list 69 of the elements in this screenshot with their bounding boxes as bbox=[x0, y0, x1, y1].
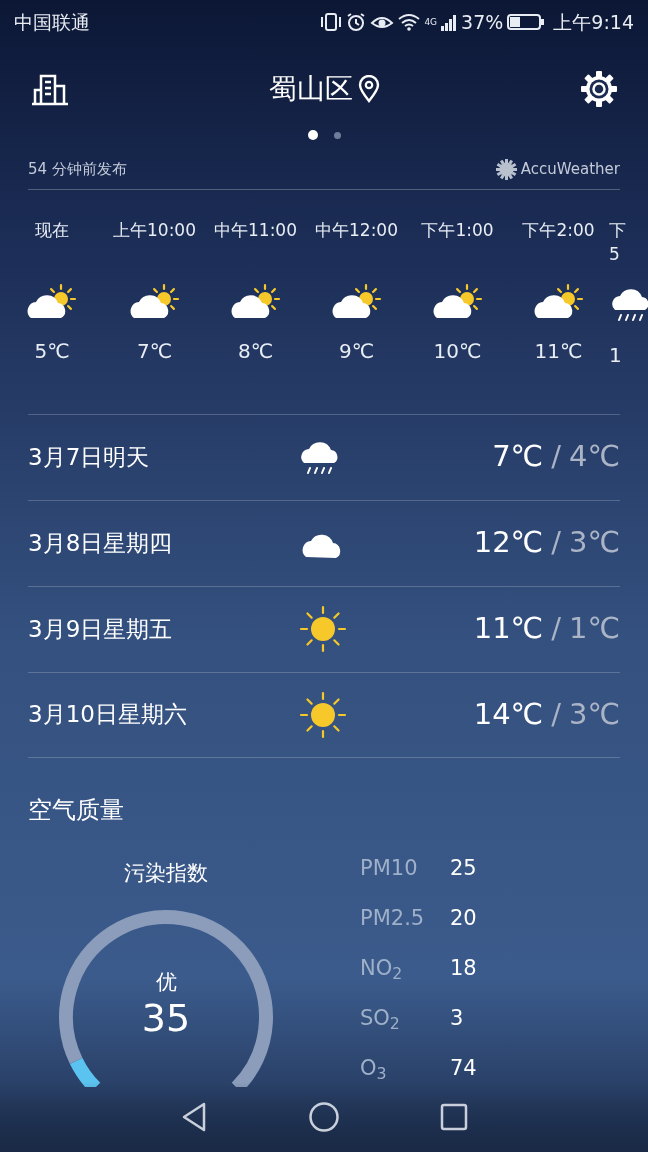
alarm-icon bbox=[346, 12, 367, 32]
temperature-separator: / bbox=[551, 438, 561, 476]
pollutant-value: 18 bbox=[450, 954, 477, 982]
hour-temperature: 8℃ bbox=[237, 337, 274, 365]
publish-time: 54 分钟前发布 bbox=[28, 159, 127, 180]
network-type: 4G bbox=[424, 15, 438, 29]
city-buildings-icon[interactable] bbox=[30, 72, 70, 106]
page-indicator-dot[interactable] bbox=[333, 131, 341, 139]
air-quality-grade: 优 bbox=[155, 969, 177, 996]
pollutant-value: 20 bbox=[450, 904, 477, 932]
low-temperature: 3℃ bbox=[568, 695, 620, 733]
hour-label: 下午1:00 bbox=[421, 218, 494, 242]
sun-icon bbox=[298, 604, 348, 654]
temperature-separator: / bbox=[551, 610, 561, 648]
hour-temperature: 1 bbox=[609, 341, 622, 369]
provider-name: AccuWeather bbox=[520, 159, 620, 180]
clock-time: 上午9:14 bbox=[553, 9, 634, 35]
temperature-separator: / bbox=[551, 524, 561, 562]
location-pin-icon bbox=[357, 75, 381, 103]
high-temperature: 12℃ bbox=[473, 524, 544, 562]
hour-label: 下午2:00 bbox=[522, 218, 595, 242]
pollutant-name: PM10 bbox=[360, 854, 419, 882]
high-temperature: 7℃ bbox=[492, 438, 544, 476]
page-indicator-dot[interactable] bbox=[307, 130, 318, 140]
precipitation-value: 5 bbox=[609, 242, 620, 266]
signal-icon bbox=[441, 13, 458, 31]
pollutant-name: PM2.5 bbox=[360, 904, 426, 932]
sun-icon bbox=[298, 689, 348, 740]
day-date: 3月7日明天 bbox=[28, 442, 151, 472]
high-temperature: 14℃ bbox=[473, 695, 544, 733]
pollutant-value: 25 bbox=[450, 854, 477, 882]
vibrate-icon bbox=[320, 12, 343, 32]
home-icon[interactable] bbox=[308, 1101, 340, 1133]
day-date: 3月10日星期六 bbox=[28, 700, 188, 730]
battery-icon bbox=[507, 13, 546, 31]
settings-icon[interactable] bbox=[580, 70, 618, 108]
back-icon[interactable] bbox=[180, 1101, 208, 1133]
hour-label: 中午11:00 bbox=[214, 218, 297, 242]
hour-label: 中午12:00 bbox=[315, 218, 398, 242]
hour-temperature: 5℃ bbox=[34, 337, 70, 365]
sun-logo-icon bbox=[495, 158, 517, 180]
hour-temperature: 7℃ bbox=[136, 337, 173, 365]
gauge-title: 污染指数 bbox=[124, 859, 208, 887]
hour-label: 上午10:00 bbox=[113, 218, 196, 242]
hour-temperature: 9℃ bbox=[338, 337, 375, 365]
carrier-name: 中国联通 bbox=[14, 9, 90, 35]
section-title: 空气质量 bbox=[28, 794, 125, 826]
battery-percent: 37% bbox=[461, 9, 504, 35]
temperature-separator: / bbox=[551, 695, 561, 733]
recent-apps-icon[interactable] bbox=[440, 1103, 468, 1131]
city-name[interactable]: 蜀山区 bbox=[269, 68, 353, 110]
pollutant-name: O$_{3}$ bbox=[360, 1054, 388, 1085]
hour-label: 现在 bbox=[35, 218, 69, 242]
day-date: 3月8日星期四 bbox=[28, 528, 174, 558]
air-quality-index: 35 bbox=[141, 998, 191, 1037]
wifi-icon bbox=[398, 13, 421, 31]
pollutant-name: SO$_{2}$ bbox=[360, 1004, 401, 1035]
hour-temperature: 10℃ bbox=[433, 337, 482, 365]
pollutant-value: 3 bbox=[450, 1004, 464, 1032]
hour-temperature: 11℃ bbox=[534, 337, 583, 365]
low-temperature: 3℃ bbox=[568, 524, 620, 562]
high-temperature: 11℃ bbox=[473, 610, 544, 648]
pollutant-value: 74 bbox=[450, 1054, 477, 1082]
gauge-fill bbox=[70, 1057, 101, 1087]
pollutant-name: NO$_{2}$ bbox=[360, 954, 404, 985]
low-temperature: 1℃ bbox=[568, 610, 620, 648]
low-temperature: 4℃ bbox=[568, 438, 620, 476]
hour-label: 下 bbox=[609, 218, 626, 242]
day-date: 3月9日星期五 bbox=[28, 614, 174, 644]
